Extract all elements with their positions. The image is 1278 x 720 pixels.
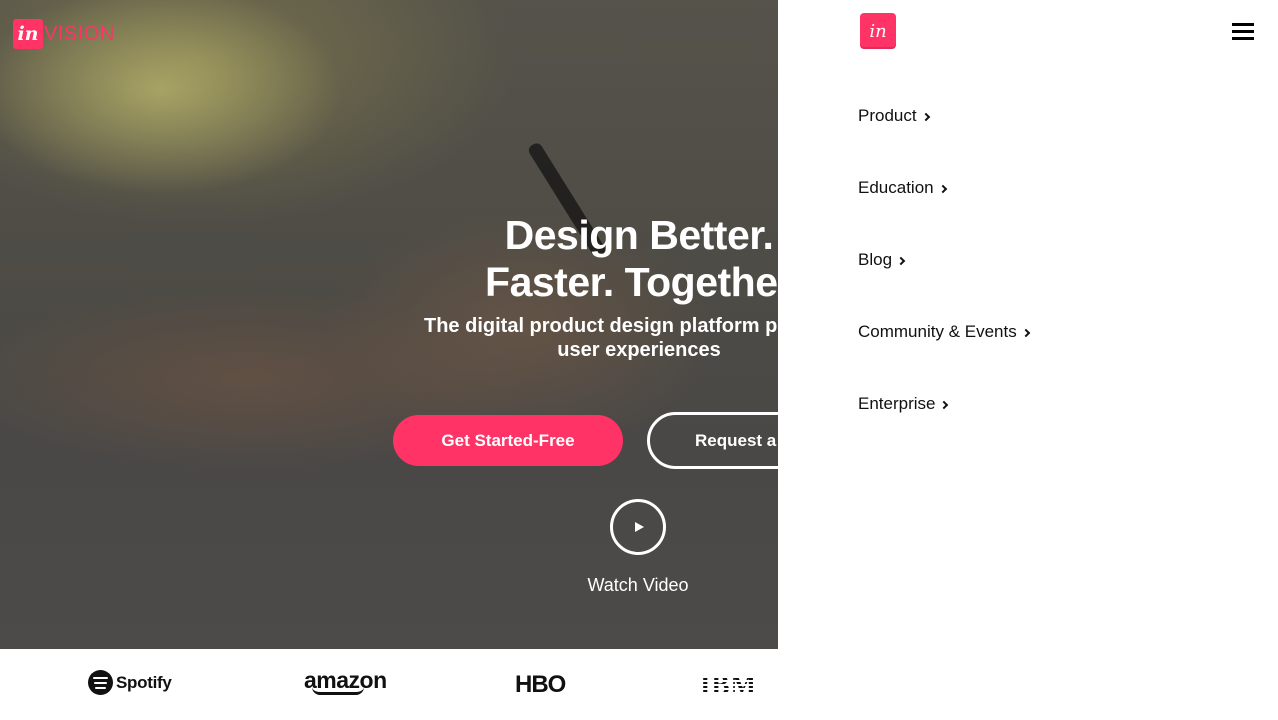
- play-icon: [635, 522, 644, 532]
- ibm-logo: IBM: [700, 670, 757, 700]
- nav-item-label: Enterprise: [858, 394, 936, 413]
- nav-item-enterprise[interactable]: Enterprise: [858, 394, 949, 414]
- invision-logo[interactable]: in VISION: [13, 19, 115, 49]
- hamburger-icon[interactable]: [1232, 22, 1254, 42]
- get-started-button[interactable]: Get Started-Free: [393, 415, 623, 466]
- spotify-wordmark: Spotify: [116, 672, 172, 692]
- nav-item-label: Product: [858, 106, 917, 125]
- watch-video-button[interactable]: [610, 499, 666, 555]
- amazon-smile-icon: [312, 687, 364, 695]
- panel-logo[interactable]: in: [860, 13, 896, 49]
- hbo-logo: HBO: [515, 671, 566, 698]
- chevron-right-icon: [940, 400, 949, 409]
- chevron-right-icon: [938, 184, 947, 193]
- logo-wordmark: VISION: [44, 22, 115, 45]
- chevron-right-icon: [921, 112, 930, 121]
- watch-video-label[interactable]: Watch Video: [538, 575, 738, 596]
- logo-mark: in: [13, 19, 43, 49]
- amazon-logo: amazon: [304, 667, 387, 695]
- chevron-right-icon: [896, 256, 906, 265]
- spotify-logo: Spotify: [88, 670, 172, 695]
- nav-item-blog[interactable]: Blog: [858, 250, 906, 270]
- nav-item-community-events[interactable]: Community & Events: [858, 322, 1030, 342]
- nav-item-label: Education: [858, 178, 934, 197]
- nav-item-product[interactable]: Product: [858, 106, 930, 126]
- nav-item-label: Community & Events: [858, 322, 1017, 341]
- navigation-panel: in Product Education Blog Community & Ev…: [778, 0, 1278, 720]
- nav-item-label: Blog: [858, 250, 893, 269]
- nav-item-education[interactable]: Education: [858, 178, 947, 198]
- spotify-icon: [88, 670, 113, 695]
- chevron-right-icon: [1021, 328, 1030, 337]
